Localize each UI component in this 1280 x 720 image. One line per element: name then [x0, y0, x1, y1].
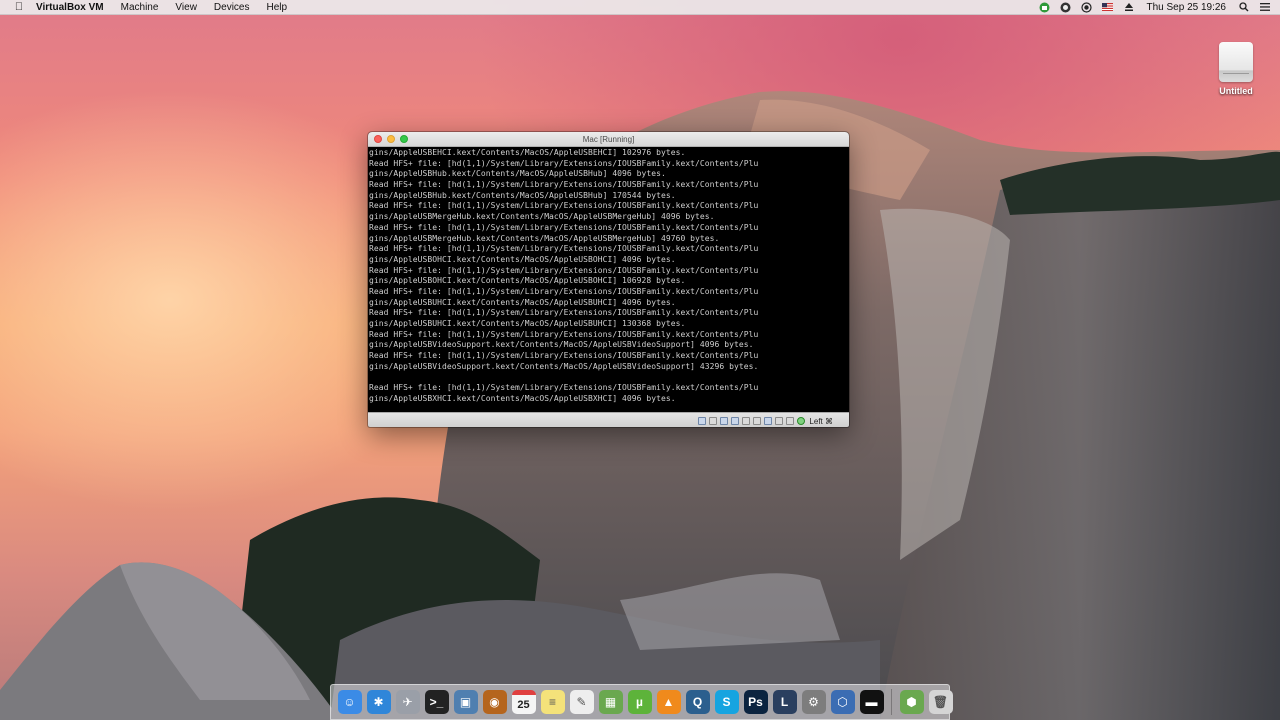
owncloud-icon[interactable] [1060, 2, 1071, 13]
cpu-status-icon[interactable] [775, 417, 784, 425]
dock-disk-utility-icon[interactable]: ◉ [482, 690, 507, 714]
console-line: Read HFS+ file: [hd(1,1)/System/Library/… [369, 286, 759, 296]
dock-lightroom-icon[interactable]: L [772, 690, 797, 714]
window-controls [374, 135, 413, 143]
menu-view[interactable]: View [175, 2, 197, 13]
dock-vm-window-icon[interactable]: ▬ [859, 690, 884, 714]
host-key-status-icon[interactable] [797, 417, 806, 425]
console-line: gins/AppleUSBVideoSupport.kext/Contents/… [369, 361, 759, 371]
dock-skype-icon[interactable]: S [714, 690, 739, 714]
console-line: gins/AppleUSBOHCI.kext/Contents/MacOS/Ap… [369, 276, 686, 286]
close-button[interactable] [374, 135, 382, 143]
dock-quicktime-icon[interactable]: Q [685, 690, 710, 714]
minimize-button[interactable] [387, 135, 395, 143]
dock-separator [891, 689, 892, 715]
dock-calendar-icon[interactable]: 25 [511, 690, 536, 714]
dock-safari-icon[interactable]: ✱ [366, 690, 391, 714]
vm-status-bar: Left ⌘ [368, 412, 849, 427]
dock-textedit-icon[interactable]: ✎ [569, 690, 594, 714]
usb-status-icon[interactable] [720, 417, 729, 425]
dock-trash-icon[interactable]: 🗑 [928, 690, 953, 714]
dock-launchpad-icon[interactable]: ✈ [395, 690, 420, 714]
console-line: gins/AppleUSBHub.kext/Contents/MacOS/App… [369, 190, 676, 200]
dock-app-store-folder-icon[interactable]: ▦ [598, 690, 623, 714]
dock-preview-icon[interactable]: ▣ [453, 690, 478, 714]
vm-window-titlebar[interactable]: Mac [Running] [368, 132, 849, 147]
display-status-icon[interactable] [753, 417, 762, 425]
console-line: Read HFS+ file: [hd(1,1)/System/Library/… [369, 351, 759, 361]
menu-bar:  VirtualBox VM Machine View Devices Hel… [0, 0, 1280, 15]
spotlight-search-icon[interactable] [1238, 2, 1249, 13]
dock-utorrent-icon[interactable]: µ [627, 690, 652, 714]
host-key-label: Left ⌘ [809, 416, 833, 426]
console-line: Read HFS+ file: [hd(1,1)/System/Library/… [369, 329, 759, 339]
eject-icon[interactable] [1123, 2, 1134, 13]
window-title: Mac [Running] [582, 134, 635, 144]
video-capture-status-icon[interactable] [764, 417, 773, 425]
console-line: gins/AppleUSBUHCI.kext/Contents/MacOS/Ap… [369, 297, 676, 307]
vm-window: Mac [Running] gins/AppleUSBEHCI.kext/Con… [368, 132, 849, 427]
dock-virtualbox-icon[interactable]: ⬡ [830, 690, 855, 714]
menu-machine[interactable]: Machine [121, 2, 159, 13]
fullscreen-button[interactable] [400, 135, 408, 143]
console-line: Read HFS+ file: [hd(1,1)/System/Library/… [369, 158, 759, 168]
dock-vlc-icon[interactable]: ▲ [656, 690, 681, 714]
dock-notes-icon[interactable]: ≡ [540, 690, 565, 714]
menu-extras: Thu Sep 25 19:26 [1039, 0, 1280, 14]
menu-help[interactable]: Help [267, 2, 288, 13]
vm-console-output[interactable]: gins/AppleUSBEHCI.kext/Contents/MacOS/Ap… [368, 147, 849, 412]
console-line: gins/AppleUSBUHCI.kext/Contents/MacOS/Ap… [369, 319, 686, 328]
console-line: Read HFS+ file: [hd(1,1)/System/Library/… [369, 180, 759, 190]
desktop-disk-untitled[interactable]: Untitled [1210, 42, 1262, 96]
disk-label[interactable]: Untitled [1210, 86, 1262, 96]
dock-finder-icon[interactable]: ☺ [337, 690, 362, 714]
dock-photoshop-icon[interactable]: Ps [743, 690, 768, 714]
console-line: gins/AppleUSBVideoSupport.kext/Contents/… [369, 340, 754, 350]
console-line: Read HFS+ file: [hd(1,1)/System/Library/… [369, 201, 759, 211]
shared-folders-status-icon[interactable] [731, 417, 740, 425]
dock-system-preferences-icon[interactable]: ⚙ [801, 690, 826, 714]
dock-downloads-stack-icon[interactable]: ⬢ [899, 690, 924, 714]
us-flag-icon[interactable] [1102, 2, 1114, 13]
console-line: gins/AppleUSBHub.kext/Contents/MacOS/App… [369, 169, 666, 179]
network-status-icon[interactable] [742, 417, 751, 425]
console-line: gins/AppleUSBMergeHub.kext/Contents/MacO… [369, 212, 715, 222]
evernote-icon[interactable] [1039, 2, 1050, 13]
menu-devices[interactable]: Devices [214, 2, 250, 13]
console-line: Read HFS+ file: [hd(1,1)/System/Library/… [369, 244, 759, 254]
console-line: gins/AppleUSBXHCI.kext/Contents/MacOS/Ap… [369, 393, 676, 403]
apple-menu-icon[interactable]:  [12, 1, 26, 13]
notification-center-icon[interactable] [1259, 2, 1270, 13]
console-line: Read HFS+ file: [hd(1,1)/System/Library/… [369, 383, 759, 393]
console-line: Read HFS+ file: [hd(1,1)/System/Library/… [369, 222, 759, 232]
console-line: gins/AppleUSBEHCI.kext/Contents/MacOS/Ap… [369, 148, 686, 157]
optical-drive-status-icon[interactable] [709, 417, 718, 425]
hard-disk-status-icon[interactable] [698, 417, 707, 425]
console-line: Read HFS+ file: [hd(1,1)/System/Library/… [369, 308, 759, 318]
console-line: Read HFS+ file: [hd(1,1)/System/Library/… [369, 265, 759, 275]
dock: ☺ ✱ ✈ >_ ▣ ◉ 25 ≡ ✎ ▦ µ ▲ Q S Ps L ⚙ ⬡ ▬ ⬢ 🗑 [330, 684, 953, 720]
menu-clock[interactable]: Thu Sep 25 19:26 [1146, 2, 1226, 13]
mouse-integration-status-icon[interactable] [786, 417, 795, 425]
hard-drive-icon[interactable] [1219, 42, 1253, 82]
dock-terminal-icon[interactable]: >_ [424, 690, 449, 714]
console-line: gins/AppleUSBMergeHub.kext/Contents/MacO… [369, 233, 720, 243]
menu-app-name[interactable]: VirtualBox VM [36, 2, 104, 13]
console-line: gins/AppleUSBOHCI.kext/Contents/MacOS/Ap… [369, 254, 676, 264]
record-icon[interactable] [1081, 1, 1093, 13]
